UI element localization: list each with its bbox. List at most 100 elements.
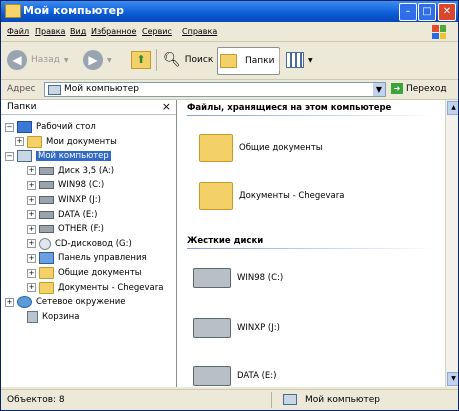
network-icon — [17, 296, 32, 309]
section-header-files: Файлы, хранящиеся на этом компьютере — [187, 103, 392, 113]
expand-icon[interactable]: + — [5, 297, 14, 307]
desktop-icon — [17, 121, 32, 133]
forward-button[interactable]: ▶ ▼ — [83, 47, 112, 73]
hard-drive-icon — [193, 268, 231, 288]
tree-item[interactable]: + CD-дисковод (G:) — [27, 237, 132, 251]
tree-item[interactable]: − Мой компьютер — [5, 149, 111, 163]
folder-icon — [5, 4, 21, 18]
drive-icon — [39, 210, 54, 219]
menu-help[interactable]: Справка — [182, 27, 217, 36]
folders-pane-header: Папки × — [1, 100, 176, 115]
maximize-button[interactable]: □ — [418, 3, 436, 21]
section-header-drives: Жесткие диски — [187, 236, 264, 246]
expand-icon[interactable]: + — [27, 210, 36, 220]
menu-tools[interactable]: Сервис — [142, 27, 172, 36]
tree-item[interactable]: + Мои документы — [15, 135, 117, 149]
collapse-icon[interactable]: − — [5, 122, 14, 132]
tree-item[interactable]: + Панель управления — [27, 251, 147, 265]
status-object-count: Объектов: 8 — [7, 395, 65, 405]
item-label: WIN98 (C:) — [237, 273, 284, 283]
tree-item[interactable]: + WINXP (J:) — [27, 193, 101, 207]
list-item[interactable]: WINXP (J:) — [193, 318, 280, 338]
menu-favorites[interactable]: Избранное — [91, 27, 136, 36]
expand-icon[interactable]: + — [27, 180, 36, 190]
folder-icon — [199, 134, 233, 162]
folders-pane-title: Папки — [7, 102, 37, 112]
list-item[interactable]: DATA (E:) — [193, 366, 276, 386]
tree-item[interactable]: − Рабочий стол — [5, 120, 96, 134]
chevron-down-icon: ▼ — [308, 56, 313, 64]
content-pane: Файлы, хранящиеся на этом компьютере Общ… — [177, 100, 445, 387]
collapse-icon[interactable]: − — [5, 151, 14, 161]
tree-item[interactable]: + WIN98 (C:) — [27, 178, 104, 192]
tree-item-label: OTHER (F:) — [58, 224, 104, 235]
expand-icon[interactable]: + — [27, 268, 36, 278]
folder-icon — [39, 281, 54, 294]
tree-item[interactable]: + Документы - Chegevara — [27, 281, 163, 295]
tree-item[interactable]: + Общие документы — [27, 266, 142, 280]
list-item[interactable]: Общие документы — [199, 134, 323, 162]
item-label: DATA (E:) — [237, 371, 277, 381]
expand-icon[interactable]: + — [15, 137, 24, 147]
toolbar: ◀ Назад ▼ ▶ ▼ ⬆ 🔍︎ Поиск Папки ▼ — [1, 42, 458, 80]
chevron-down-icon[interactable]: ▼ — [373, 83, 385, 96]
scroll-down-icon[interactable]: ▼ — [447, 372, 458, 386]
expand-icon[interactable]: + — [27, 283, 36, 293]
expand-icon[interactable]: + — [27, 195, 36, 205]
menu-bar: Файл Правка Вид Избранное Сервис Справка — [1, 23, 458, 42]
drive-icon — [39, 181, 54, 190]
tree-item[interactable]: + OTHER (F:) — [27, 222, 104, 236]
tree-item-label: Корзина — [42, 311, 80, 322]
computer-icon — [48, 85, 61, 95]
menu-edit[interactable]: Правка — [35, 27, 65, 36]
item-label: Документы - Chegevara — [239, 191, 345, 201]
menu-view[interactable]: Вид — [70, 27, 86, 36]
address-value: Мой компьютер — [64, 84, 139, 94]
go-button[interactable]: ➔ Переход — [391, 83, 447, 94]
expand-icon[interactable]: + — [27, 224, 36, 234]
list-item[interactable]: WIN98 (C:) — [193, 268, 283, 288]
back-button[interactable]: ◀ Назад ▼ — [7, 47, 68, 73]
close-icon[interactable]: × — [162, 100, 171, 113]
chevron-down-icon: ▼ — [63, 56, 69, 64]
scroll-up-icon[interactable]: ▲ — [447, 101, 458, 115]
status-location-label: Мой компьютер — [305, 394, 380, 405]
vertical-scrollbar[interactable]: ▲ ▼ — [445, 100, 458, 387]
computer-icon — [17, 150, 32, 163]
tree-item[interactable]: + Сетевое окружение — [5, 295, 125, 309]
search-icon: 🔍︎ — [163, 52, 181, 68]
folder-icon — [39, 267, 54, 279]
expand-icon[interactable]: + — [27, 253, 36, 263]
computer-icon — [283, 394, 297, 405]
expand-icon[interactable]: + — [27, 166, 36, 176]
status-bar: Объектов: 8 Мой компьютер — [1, 389, 458, 410]
folders-button[interactable]: Папки — [217, 47, 281, 75]
tree-item-label: Рабочий стол — [36, 122, 96, 132]
section-divider — [187, 248, 437, 249]
search-button[interactable]: 🔍︎ Поиск — [163, 47, 213, 73]
go-label: Переход — [406, 83, 447, 94]
list-item[interactable]: Документы - Chegevara — [199, 182, 344, 210]
close-button[interactable]: ✕ — [438, 3, 456, 21]
expand-icon[interactable]: + — [27, 239, 36, 249]
tree-item-label: CD-дисковод (G:) — [55, 238, 132, 249]
control-panel-icon — [39, 252, 54, 265]
up-folder-button[interactable]: ⬆ — [131, 47, 151, 73]
chevron-down-icon: ▼ — [107, 56, 112, 64]
address-input[interactable]: Мой компьютер ▼ — [44, 82, 386, 97]
minimize-button[interactable]: – — [399, 3, 417, 21]
tree-item[interactable]: Корзина — [15, 310, 79, 324]
tree-item[interactable]: + DATA (E:) — [27, 208, 97, 222]
tree-item[interactable]: + Диск 3,5 (A:) — [27, 164, 114, 178]
tree-item-label: Мой компьютер — [36, 151, 111, 162]
title-bar: Мой компьютер – □ ✕ — [1, 1, 458, 22]
folder-icon — [27, 135, 42, 148]
address-label: Адрес — [7, 84, 36, 94]
status-location: Мой компьютер — [283, 394, 380, 405]
hard-drive-icon — [193, 366, 231, 386]
menu-file[interactable]: Файл — [7, 27, 29, 36]
status-divider — [271, 392, 272, 408]
views-button[interactable]: ▼ — [286, 47, 313, 73]
floppy-icon — [39, 166, 54, 175]
tree-item-label: WINXP (J:) — [58, 195, 101, 205]
